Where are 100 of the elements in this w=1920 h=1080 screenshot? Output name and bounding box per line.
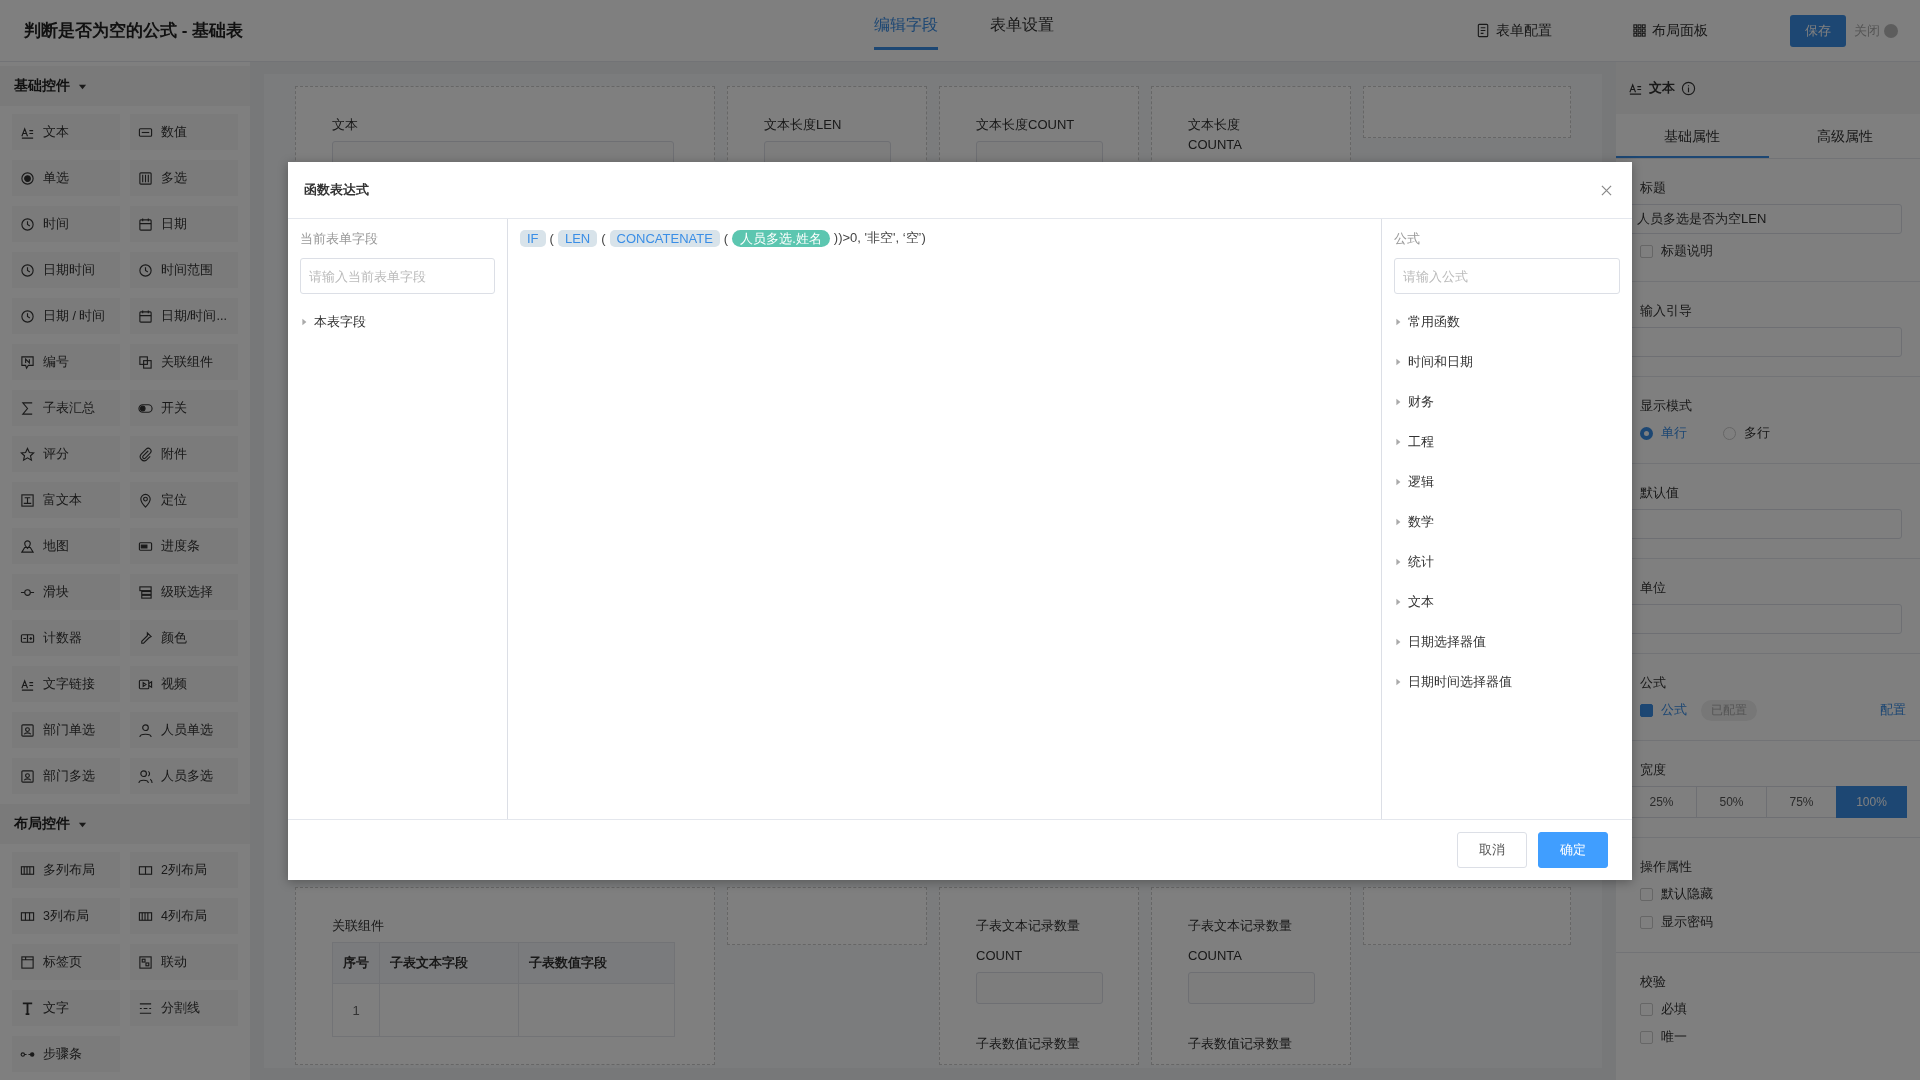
checkbox[interactable] (1640, 244, 1653, 258)
palette-item[interactable]: 附件 (130, 436, 238, 472)
palette-item[interactable]: 开关 (130, 390, 238, 426)
tree-item[interactable]: 日期选择器值 (1394, 622, 1486, 662)
checkbox[interactable] (1640, 1002, 1653, 1016)
width-option[interactable]: 75% (1766, 786, 1837, 818)
configure-link[interactable]: 配置 (1880, 701, 1906, 719)
checkbox-option[interactable]: 标题说明 (1640, 240, 1713, 262)
sigma-icon (20, 400, 35, 416)
palette-item[interactable]: 人员单选 (130, 712, 238, 748)
palette-item[interactable]: 标签页 (12, 944, 120, 980)
palette-item[interactable]: 时间 (12, 206, 120, 242)
panel-tab[interactable]: 高级属性 (1768, 114, 1920, 158)
field-card[interactable]: 关联组件 序号 子表文本字段 子表数值字段 1 (295, 887, 715, 1065)
checkbox[interactable] (1640, 887, 1653, 901)
checkbox-option[interactable]: 必填 (1640, 998, 1687, 1020)
tree-item[interactable]: 本表字段 (300, 302, 366, 342)
palette-item[interactable]: 3列布局 (12, 898, 120, 934)
search-field[interactable]: 请输入当前表单字段 (300, 258, 495, 294)
checkbox[interactable] (1640, 703, 1653, 717)
property-label: 标题 (1640, 179, 1666, 197)
palette-item[interactable]: 进度条 (130, 528, 238, 564)
palette-item[interactable]: 滑块 (12, 574, 120, 610)
palette-item[interactable]: 日期时间 (12, 252, 120, 288)
close-icon[interactable] (1601, 184, 1612, 196)
palette-item[interactable]: 多选 (130, 160, 238, 196)
tree-item[interactable]: 常用函数 (1394, 302, 1460, 342)
palette-item[interactable]: 富文本 (12, 482, 120, 518)
tree-item[interactable]: 统计 (1394, 542, 1434, 582)
tree-item[interactable]: 工程 (1394, 422, 1434, 462)
palette-item[interactable]: 级联选择 (130, 574, 238, 610)
palette-item[interactable]: 2列布局 (130, 852, 238, 888)
group-header[interactable]: 布局控件 (0, 804, 250, 844)
palette-item[interactable]: 日期/时间... (130, 298, 238, 334)
panel-tab[interactable]: 基础属性 (1616, 114, 1769, 158)
header-tab[interactable]: 表单设置 (990, 0, 1054, 62)
toggle-switch[interactable] (1884, 23, 1898, 38)
palette-item[interactable]: 颜色 (130, 620, 238, 656)
paperclip-icon (138, 446, 153, 462)
tree-item[interactable]: 文本 (1394, 582, 1434, 622)
checkbox-option[interactable]: 公式 (1640, 699, 1687, 721)
palette-item[interactable]: 地图 (12, 528, 120, 564)
panel-label: 公式 (1394, 230, 1420, 248)
function-token: LEN (557, 229, 598, 247)
palette-item[interactable]: 关联组件 (130, 344, 238, 380)
field-card[interactable]: 子表文本记录数量 COUNTA 子表数值记录数量 (1151, 887, 1351, 1065)
palette-item[interactable]: 部门多选 (12, 758, 120, 794)
palette-item[interactable]: 计数器 (12, 620, 120, 656)
palette-item[interactable]: 评分 (12, 436, 120, 472)
palette-item[interactable]: 数值 (130, 114, 238, 150)
toolbar-link[interactable]: 布局面板 (1632, 21, 1708, 40)
checkbox[interactable] (1640, 1030, 1653, 1044)
palette-item[interactable]: 文本 (12, 114, 120, 150)
checkbox-option[interactable]: 显示密码 (1640, 911, 1713, 933)
field-label: 文本 (332, 116, 358, 134)
palette-item[interactable]: 视频 (130, 666, 238, 702)
form-icon (1476, 23, 1491, 38)
palette-item[interactable]: 日期 (130, 206, 238, 242)
field-card[interactable]: 子表文本记录数量 COUNT 子表数值记录数量 (939, 887, 1139, 1065)
tree-item[interactable]: 数学 (1394, 502, 1434, 542)
search-field[interactable]: 请输入公式 (1394, 258, 1620, 294)
palette-item[interactable]: 联动 (130, 944, 238, 980)
palette-item[interactable]: 子表汇总 (12, 390, 120, 426)
palette-item[interactable]: 分割线 (130, 990, 238, 1026)
palette-item[interactable]: 文字链接 (12, 666, 120, 702)
group-title: 布局控件 (14, 815, 70, 833)
palette-item[interactable]: 单选 (12, 160, 120, 196)
sliders-box-icon (138, 170, 153, 186)
palette-item[interactable]: 人员多选 (130, 758, 238, 794)
checkbox-option[interactable]: 默认隐藏 (1640, 883, 1713, 905)
tree-item[interactable]: 逻辑 (1394, 462, 1434, 502)
palette-item[interactable]: 编号 (12, 344, 120, 380)
width-option[interactable]: 100% (1836, 786, 1907, 818)
checkbox[interactable] (1640, 915, 1653, 929)
save-button[interactable]: 保存 (1790, 14, 1846, 47)
width-option[interactable]: 50% (1696, 786, 1767, 818)
header-tab[interactable]: 编辑字段 (874, 0, 938, 50)
palette-item[interactable]: 4列布局 (130, 898, 238, 934)
palette-item[interactable]: 日期 / 时间 (12, 298, 120, 334)
palette-item[interactable]: 部门单选 (12, 712, 120, 748)
cancel-button[interactable]: 取消 (1457, 832, 1527, 868)
tree-item[interactable]: 财务 (1394, 382, 1434, 422)
tree-item[interactable]: 时间和日期 (1394, 342, 1473, 382)
empty-card[interactable] (727, 887, 927, 945)
confirm-button[interactable]: 确定 (1538, 832, 1608, 868)
expression-editor[interactable]: IF ( LEN ( CONCATENATE ( 人员多选.姓名 ))>0, '非空', ‘空’) (508, 219, 1381, 819)
palette-item[interactable]: 时间范围 (130, 252, 238, 288)
empty-card[interactable] (1363, 887, 1571, 945)
palette-item[interactable]: 步骤条 (12, 1036, 120, 1072)
radio-option[interactable]: 多行 (1723, 422, 1770, 444)
tree-item[interactable]: 日期时间选择器值 (1394, 662, 1512, 702)
empty-card[interactable] (1363, 86, 1571, 138)
toolbar-link[interactable]: 表单配置 (1476, 21, 1552, 40)
radio-option[interactable]: 单行 (1640, 422, 1687, 444)
palette-item[interactable]: 定位 (130, 482, 238, 518)
palette-item[interactable]: 多列布局 (12, 852, 120, 888)
info-icon[interactable] (1681, 80, 1696, 96)
radio-button[interactable] (1640, 426, 1653, 440)
group-header[interactable]: 基础控件 (0, 66, 250, 106)
palette-item[interactable]: 文字 (12, 990, 120, 1026)
